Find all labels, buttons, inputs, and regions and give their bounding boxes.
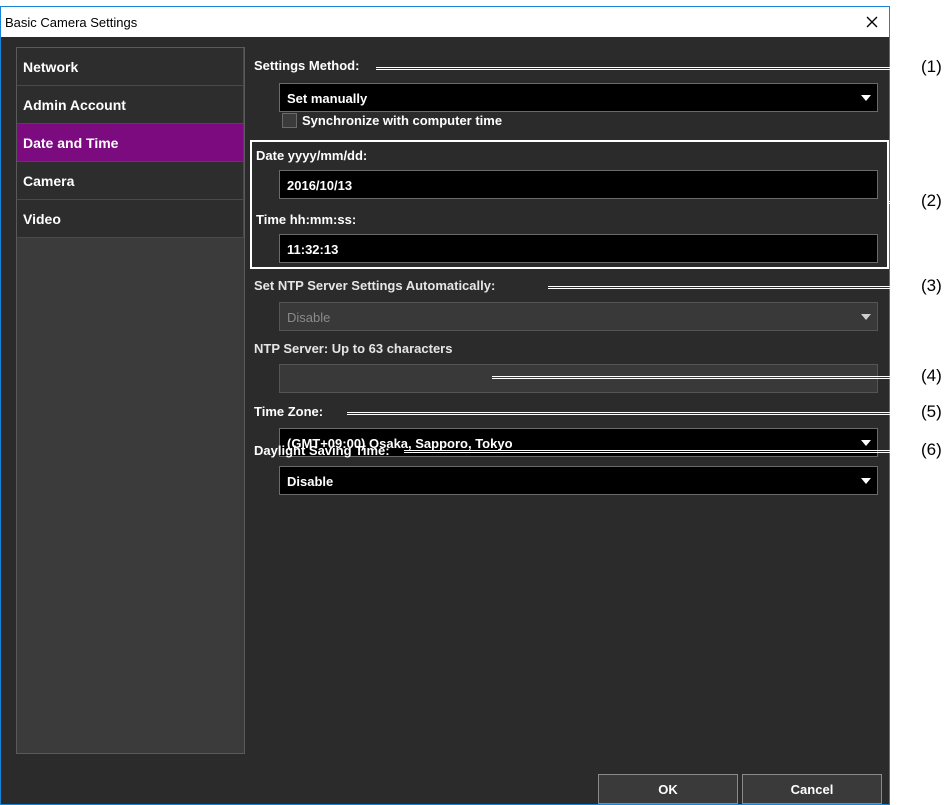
timezone-label: Time Zone: [254,404,324,419]
sidebar-item-label: Date and Time [23,135,119,151]
callout-4: (4) [921,366,942,385]
chevron-down-icon [861,95,871,101]
settings-method-value: Set manually [287,91,368,106]
callout-line-6 [404,450,917,453]
callout-6: (6) [921,440,942,459]
sidebar-item-network[interactable]: Network [17,48,244,86]
date-label: Date yyyy/mm/dd: [256,148,368,163]
time-field[interactable]: 11:32:13 [279,234,878,263]
callout-line-5 [347,412,917,415]
callout-1: (1) [921,57,942,76]
ntp-server-label: NTP Server: Up to 63 characters [254,341,453,356]
sync-checkbox[interactable] [282,113,297,128]
sidebar-item-camera[interactable]: Camera [17,162,244,200]
callout-line-4 [492,376,917,379]
sidebar-item-date-and-time[interactable]: Date and Time [17,124,244,162]
ntp-auto-select[interactable]: Disable [279,302,878,331]
window-title: Basic Camera Settings [5,15,138,30]
time-label: Time hh:mm:ss: [256,212,357,227]
sidebar: Network Admin Account Date and Time Came… [16,47,245,754]
ok-button-label: OK [658,782,678,797]
sidebar-item-admin-account[interactable]: Admin Account [17,86,244,124]
sidebar-item-label: Video [23,211,61,227]
sidebar-item-label: Admin Account [23,97,126,113]
date-value: 2016/10/13 [287,178,353,193]
callout-3: (3) [921,276,942,295]
ntp-auto-value: Disable [287,310,331,325]
title-bar: Basic Camera Settings [1,7,889,37]
dst-value: Disable [287,474,334,489]
cancel-button[interactable]: Cancel [742,774,882,804]
sidebar-item-label: Network [23,59,79,75]
chevron-down-icon [861,440,871,446]
callout-line-3 [548,286,917,289]
sidebar-item-video[interactable]: Video [17,200,244,238]
callout-2: (2) [921,191,942,210]
time-value: 11:32:13 [287,242,339,257]
close-icon[interactable] [861,11,883,33]
date-field[interactable]: 2016/10/13 [279,170,878,199]
ntp-auto-label: Set NTP Server Settings Automatically: [254,278,496,293]
dst-select[interactable]: Disable [279,466,878,495]
cancel-button-label: Cancel [790,782,834,797]
dst-label: Daylight Saving Time: [254,443,390,458]
chevron-down-icon [861,478,871,484]
ok-button[interactable]: OK [598,774,738,804]
callout-5: (5) [921,402,942,421]
sidebar-item-label: Camera [23,173,75,189]
sync-label: Synchronize with computer time [302,113,503,128]
chevron-down-icon [861,314,871,320]
settings-method-label: Settings Method: [254,58,360,73]
callout-line-2 [889,201,917,204]
settings-method-select[interactable]: Set manually [279,83,878,112]
callout-line-1 [376,67,917,70]
